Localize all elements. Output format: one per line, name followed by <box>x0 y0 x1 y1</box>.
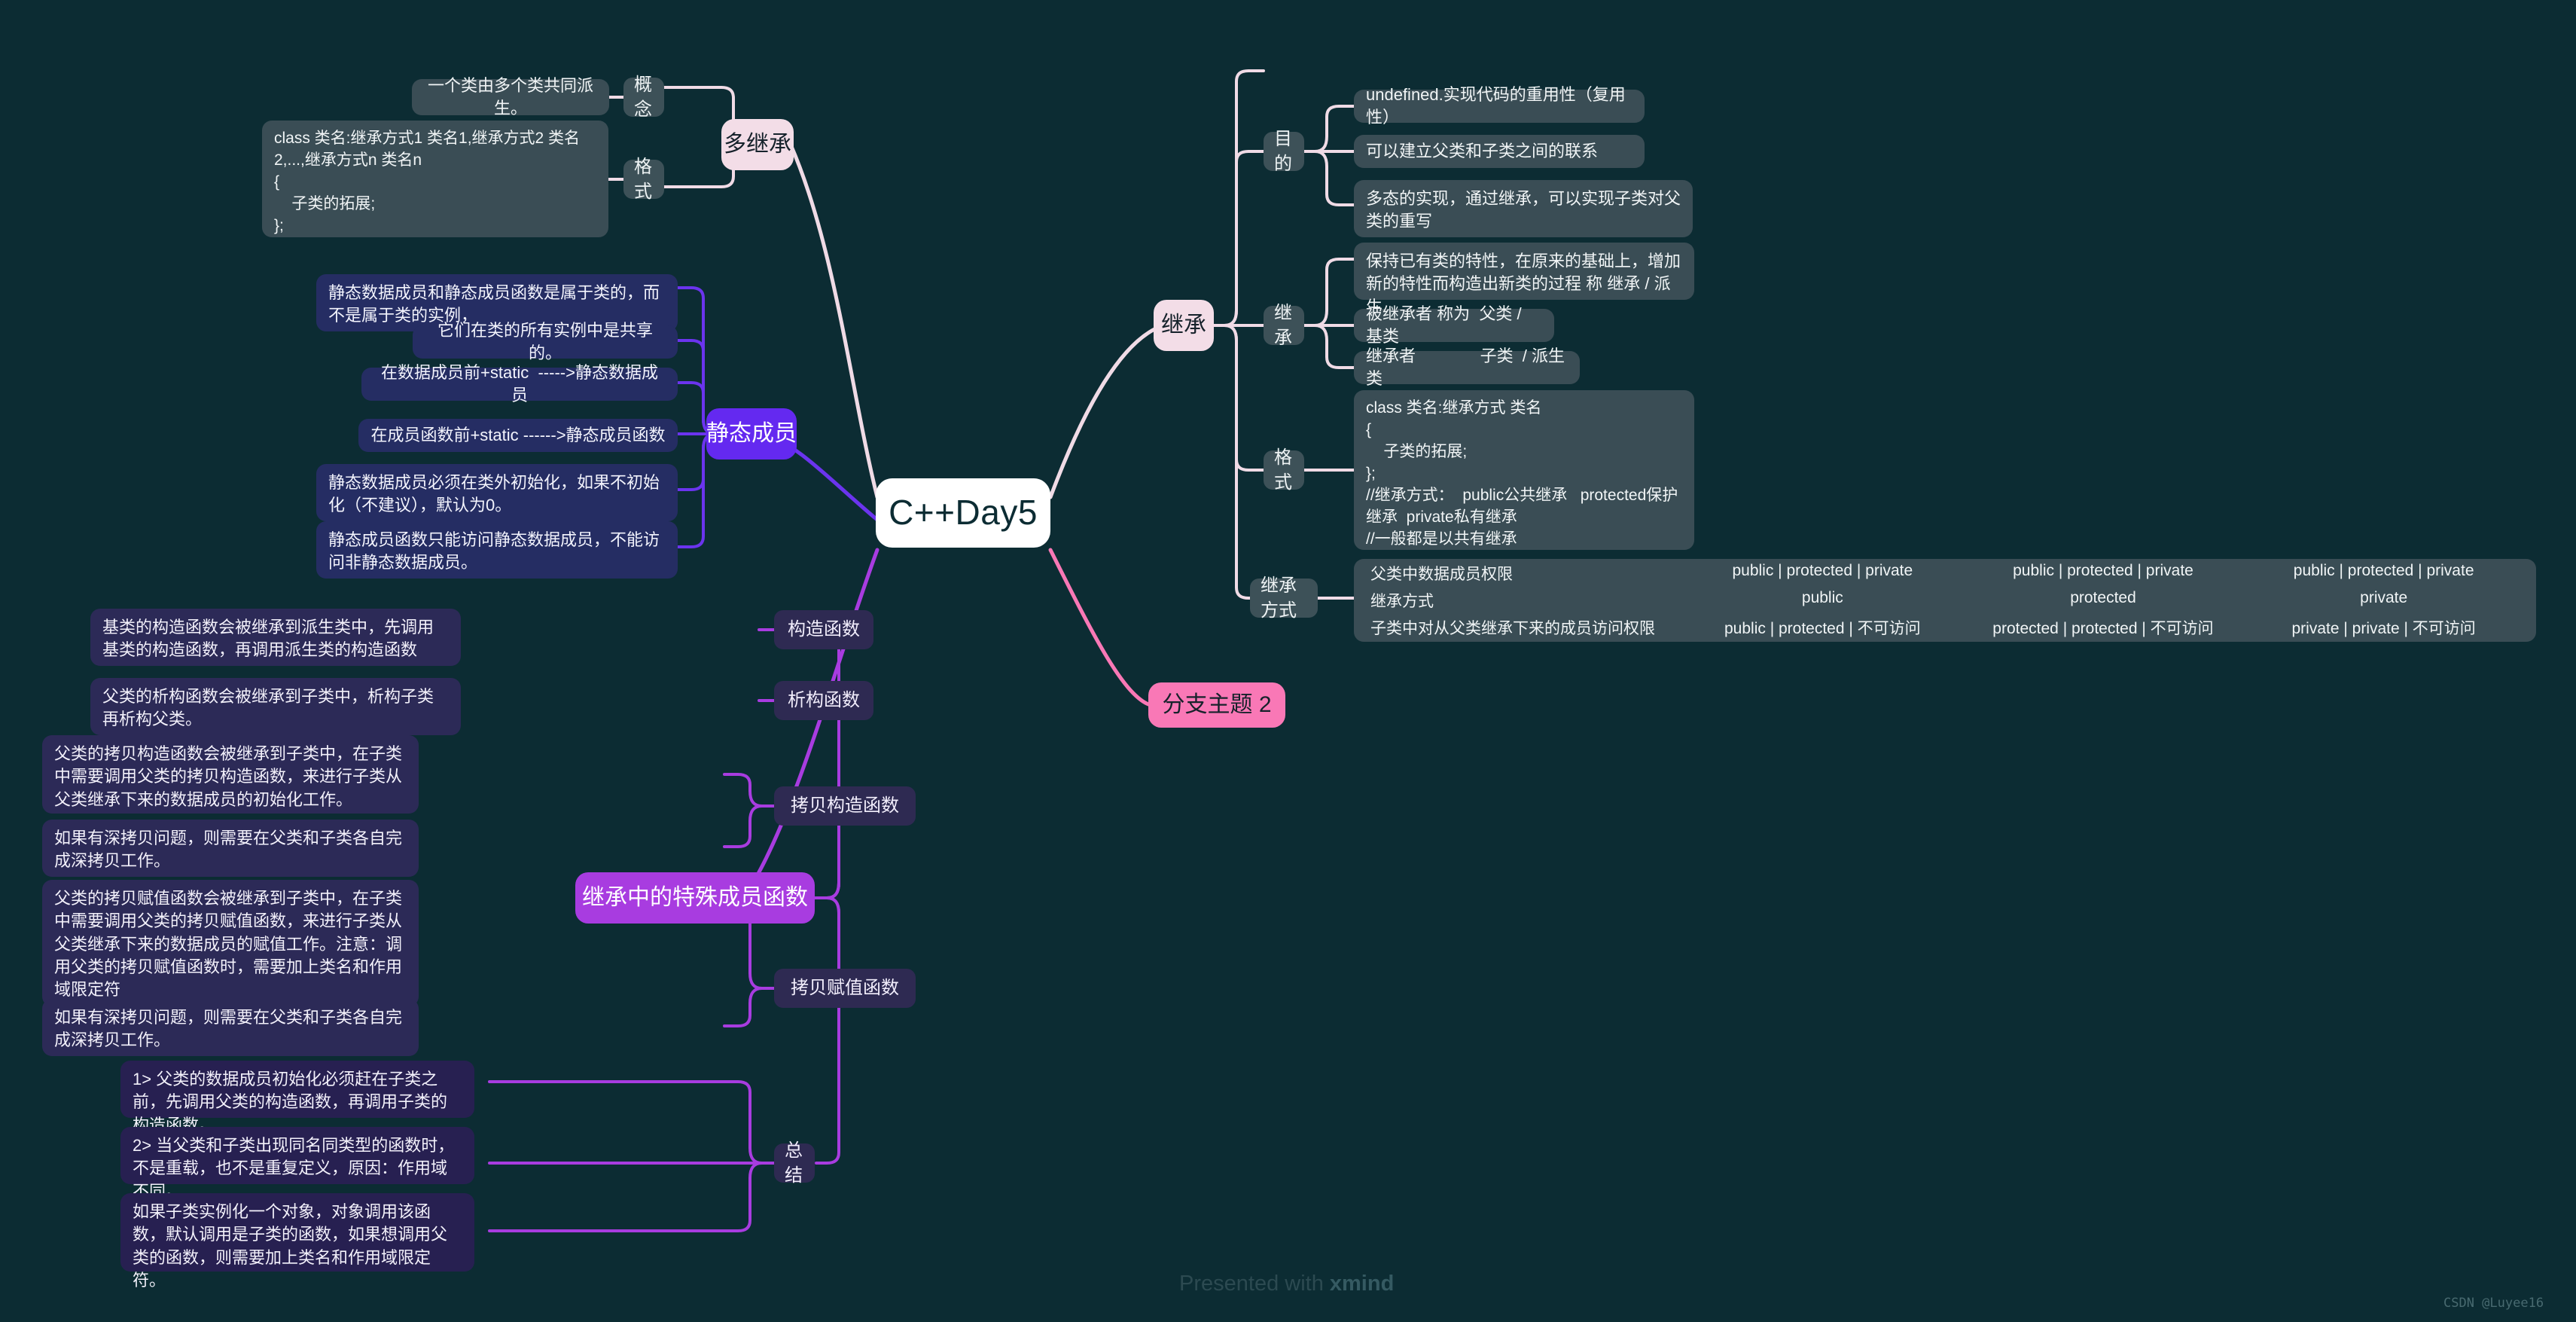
note-inherit-purpose-2[interactable]: 多态的实现，通过继承，可以实现子类对父类的重写 <box>1354 180 1693 237</box>
inheritance-permission-table: 父类中数据成员权限 public | protected | private p… <box>1354 559 2536 642</box>
table-cell: private <box>2360 589 2408 606</box>
subtopic-inherit-mode[interactable]: 继承方式 <box>1250 576 1318 621</box>
note-summary-1[interactable]: 2> 当父类和子类出现同名同类型的函数时，不是重载，也不是重复定义，原因：作用域… <box>120 1127 474 1201</box>
main-branch-special-members[interactable]: 继承中的特殊成员函数 <box>575 872 815 924</box>
note-text: 多态的实现，通过继承，可以实现子类对父类的重写 <box>1366 189 1681 231</box>
note-text: 父类的析构函数会被继承到子类中，析构子类再析构父类。 <box>102 687 434 729</box>
table-row-header: 父类中数据成员权限 <box>1370 566 1513 583</box>
subtopic-constructor[interactable]: 构造函数 <box>774 610 873 649</box>
subtopic-purpose-label: 目的 <box>1274 128 1292 174</box>
note-text: 父类的拷贝赋值函数会被继承到子类中，在子类中需要调用父类的拷贝赋值函数，来进行子… <box>54 889 403 1000</box>
main-branch-inherit[interactable]: 继承 <box>1154 300 1214 351</box>
note-text: 如果子类实例化一个对象，对象调用该函数，默认调用是子类的函数，如果想调用父类的函… <box>133 1202 448 1290</box>
note-copy-assignment-1[interactable]: 如果有深拷贝问题，则需要在父类和子类各自完成深拷贝工作。 <box>42 999 419 1056</box>
note-text: 如果有深拷贝问题，则需要在父类和子类各自完成深拷贝工作。 <box>54 829 403 871</box>
watermark-brand: xmind <box>1329 1272 1395 1296</box>
subtopic-destructor-label: 析构函数 <box>788 690 860 711</box>
note-static-member-5[interactable]: 静态成员函数只能访问静态数据成员，不能访问非静态数据成员。 <box>316 521 678 579</box>
note-text: 在成员函数前+static ------>静态成员函数 <box>370 425 666 444</box>
central-topic[interactable]: C++Day5 <box>876 478 1050 548</box>
note-inherit-purpose-1[interactable]: 可以建立父类和子类之间的联系 <box>1354 135 1645 168</box>
note-multi-inherit-format[interactable]: class 类名:继承方式1 类名1,继承方式2 类名2,...,继承方式n 类… <box>262 121 608 237</box>
note-summary-0[interactable]: 1> 父类的数据成员初始化必须赶在子类之前，先调用父类的构造函数，再调用子类的构… <box>120 1061 474 1134</box>
note-copy-constructor-0[interactable]: 父类的拷贝构造函数会被继承到子类中，在子类中需要调用父类的拷贝构造函数，来进行子… <box>42 735 419 814</box>
note-copy-constructor-1[interactable]: 如果有深拷贝问题，则需要在父类和子类各自完成深拷贝工作。 <box>42 820 419 877</box>
table-cell: private | private | 不可访问 <box>2291 620 2476 637</box>
subtopic-format-label: 格式 <box>634 156 652 202</box>
note-text: 静态数据成员必须在类外初始化，如果不初始化（不建议），默认为0。 <box>328 473 660 515</box>
note-text: class 类名:继承方式1 类名1,继承方式2 类名2,...,继承方式n 类… <box>274 130 581 234</box>
note-destructor-0[interactable]: 父类的析构函数会被继承到子类中，析构子类再析构父类。 <box>90 678 461 735</box>
note-text: 静态成员函数只能访问静态数据成员，不能访问非静态数据成员。 <box>328 530 660 572</box>
central-topic-label: C++Day5 <box>889 493 1038 533</box>
csdn-watermark: CSDN @Luyee16 <box>2443 1296 2544 1311</box>
note-copy-assignment-0[interactable]: 父类的拷贝赋值函数会被继承到子类中，在子类中需要调用父类的拷贝赋值函数，来进行子… <box>42 880 419 1006</box>
watermark-prefix: Presented with <box>1179 1272 1330 1296</box>
subtopic-multi-inherit-format[interactable]: 格式 <box>623 157 664 202</box>
note-constructor-0[interactable]: 基类的构造函数会被继承到派生类中，先调用基类的构造函数，再调用派生类的构造函数 <box>90 609 461 666</box>
subtopic-copy-assignment-label: 拷贝赋值函数 <box>791 978 899 999</box>
subtopic-inherit-inherit[interactable]: 继承 <box>1264 303 1304 348</box>
note-inherit-inherit-0[interactable]: 保持已有类的特性，在原来的基础上，增加新的特性而构造出新类的过程 称 继承 / … <box>1354 243 1694 316</box>
note-multi-inherit-concept[interactable]: 一个类由多个类共同派生。 <box>412 76 609 118</box>
table-row-header: 继承方式 <box>1370 593 1434 610</box>
subtopic-format-label: 格式 <box>1274 447 1292 493</box>
table-cell: protected <box>2070 589 2136 606</box>
note-text: 基类的构造函数会被继承到派生类中，先调用基类的构造函数，再调用派生类的构造函数 <box>102 618 434 660</box>
note-text: 可以建立父类和子类之间的联系 <box>1366 141 1599 160</box>
subtopic-destructor[interactable]: 析构函数 <box>774 681 873 720</box>
note-static-member-4[interactable]: 静态数据成员必须在类外初始化，如果不初始化（不建议），默认为0。 <box>316 464 678 521</box>
note-inherit-format[interactable]: class 类名:继承方式 类名 { 子类的拓展; }; //继承方式： pub… <box>1354 390 1694 550</box>
note-text: 一个类由多个类共同派生。 <box>427 75 593 118</box>
main-branch-special-members-label: 继承中的特殊成员函数 <box>582 885 808 911</box>
note-static-member-1[interactable]: 它们在类的所有实例中是共享的。 <box>413 321 678 362</box>
table-cell: public | protected | 不可访问 <box>1724 620 1921 637</box>
table-cell: protected | protected | 不可访问 <box>1992 620 2214 637</box>
subtopic-inherit-format[interactable]: 格式 <box>1264 447 1304 493</box>
table-cell: public | protected | private <box>2293 562 2474 579</box>
table-cell: public <box>1801 589 1843 606</box>
main-branch-multi-inherit-label: 多继承 <box>724 132 791 157</box>
subtopic-concept-label: 概念 <box>634 74 652 120</box>
subtopic-multi-inherit-concept[interactable]: 概念 <box>623 75 664 120</box>
xmind-watermark: Presented with xmind <box>1179 1272 1394 1296</box>
note-text: 父类的拷贝构造函数会被继承到子类中，在子类中需要调用父类的拷贝构造函数，来进行子… <box>54 744 403 809</box>
subtopic-copy-constructor-label: 拷贝构造函数 <box>791 795 899 817</box>
subtopic-inherit-label: 继承 <box>1274 302 1292 348</box>
note-text: 如果有深拷贝问题，则需要在父类和子类各自完成深拷贝工作。 <box>54 1008 403 1050</box>
note-inherit-purpose-0[interactable]: undefined.实现代码的重用性（复用性） <box>1354 85 1645 127</box>
table-row-header: 子类中对从父类继承下来的成员访问权限 <box>1370 620 1655 637</box>
note-summary-2[interactable]: 如果子类实例化一个对象，对象调用该函数，默认调用是子类的函数，如果想调用父类的函… <box>120 1193 474 1290</box>
main-branch-multi-inherit[interactable]: 多继承 <box>721 119 794 170</box>
subtopic-summary[interactable]: 总结 <box>774 1140 815 1186</box>
subtopic-copy-constructor[interactable]: 拷贝构造函数 <box>774 786 916 826</box>
main-branch-inherit-label: 继承 <box>1161 313 1206 338</box>
note-inherit-inherit-2[interactable]: 继承者 子类 / 派生类 <box>1354 347 1580 388</box>
subtopic-summary-label: 总结 <box>785 1140 803 1186</box>
subtopic-mode-label: 继承方式 <box>1261 575 1297 621</box>
mindmap-canvas: C++Day5 多继承 概念 格式 一个类由多个类共同派生。 class 类名:… <box>0 0 2576 1322</box>
table-cell: public | protected | private <box>2013 562 2193 579</box>
note-text: 在数据成员前+static ----->静态数据成员 <box>381 362 658 405</box>
main-branch-static-member[interactable]: 静态成员 <box>706 408 797 459</box>
note-text: 被继承者 称为 父类 / 基类 <box>1366 304 1526 346</box>
note-text: 继承者 子类 / 派生类 <box>1366 346 1565 388</box>
table-cell: public | protected | private <box>1732 562 1913 579</box>
note-text: class 类名:继承方式 类名 { 子类的拓展; }; //继承方式： pub… <box>1366 399 1678 548</box>
note-static-member-2[interactable]: 在数据成员前+static ----->静态数据成员 <box>361 363 678 405</box>
note-text: 它们在类的所有实例中是共享的。 <box>437 320 653 362</box>
subtopic-copy-assignment[interactable]: 拷贝赋值函数 <box>774 969 916 1008</box>
main-branch-static-member-label: 静态成员 <box>706 421 797 447</box>
note-text: undefined.实现代码的重用性（复用性） <box>1366 84 1626 127</box>
main-branch-topic-2-label: 分支主题 2 <box>1162 692 1272 718</box>
note-inherit-inherit-1[interactable]: 被继承者 称为 父类 / 基类 <box>1354 304 1554 346</box>
csdn-watermark-text: CSDN @Luyee16 <box>2443 1296 2544 1311</box>
subtopic-inherit-purpose[interactable]: 目的 <box>1264 129 1304 174</box>
note-static-member-3[interactable]: 在成员函数前+static ------>静态成员函数 <box>358 419 678 452</box>
subtopic-constructor-label: 构造函数 <box>788 619 860 640</box>
main-branch-topic-2[interactable]: 分支主题 2 <box>1148 682 1285 728</box>
